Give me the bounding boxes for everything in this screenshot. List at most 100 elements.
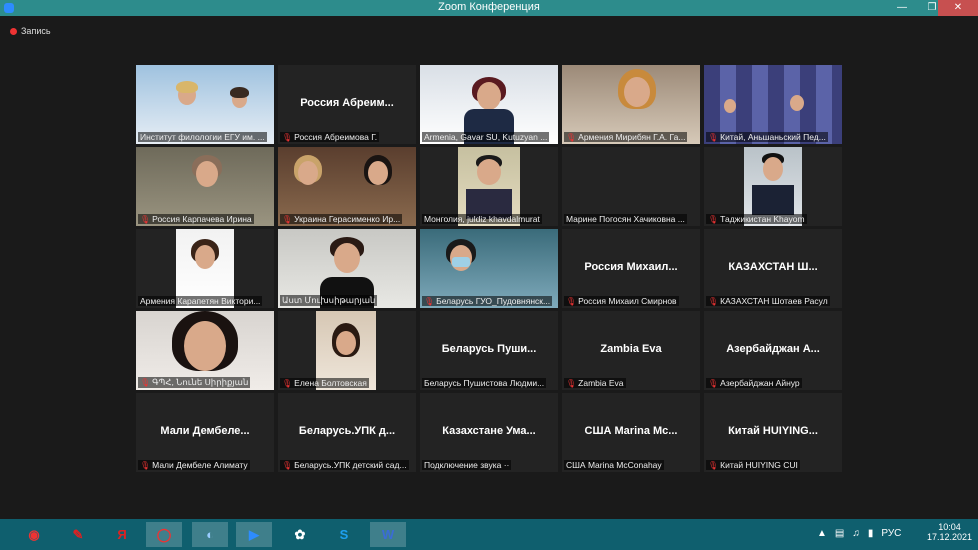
participant-name-large: Мали Дембеле...: [160, 425, 250, 437]
mic-muted-icon: 🎙: [708, 296, 719, 306]
mic-muted-icon: 🎙: [282, 132, 293, 142]
minimize-button[interactable]: —: [890, 0, 914, 16]
participant-tile[interactable]: Китай HUIYING... 🎙 Китай HUIYING CUI: [704, 393, 842, 472]
participant-name: Беларусь Пушистова Людми...: [422, 378, 547, 388]
opera-taskbar-icon[interactable]: ◯: [146, 522, 182, 547]
mic-muted-icon: 🎙: [140, 460, 151, 470]
participant-tile[interactable]: Институт филологии ЕГУ им. ...: [136, 65, 274, 144]
participant-name-large: Zambia Eva: [600, 343, 662, 355]
mic-muted-icon: 🎙: [424, 296, 435, 306]
yandex-taskbar-icon[interactable]: Я: [104, 522, 140, 547]
participant-name: 🎙 КАЗАХСТАН Шотаев Расул: [706, 296, 830, 306]
participant-tile[interactable]: 🎙 Россия Карпачева Ирина: [136, 147, 274, 226]
recording-label: Запись: [21, 26, 51, 36]
participant-tile[interactable]: Беларусь.УПК д... 🎙 Беларусь.УПК детский …: [278, 393, 416, 472]
participant-tile[interactable]: Zambia Eva 🎙 Zambia Eva: [562, 311, 700, 390]
participant-name-large: Россия Михаил...: [584, 261, 678, 273]
zoom-taskbar-icon[interactable]: ▶: [236, 522, 272, 547]
opera-red-taskbar-icon[interactable]: ◉: [16, 522, 52, 547]
participant-name: 🎙 Китай HUIYING CUI: [706, 460, 800, 470]
participant-tile[interactable]: 🎙 Таджикистан Khayom: [704, 147, 842, 226]
close-button[interactable]: ✕: [938, 0, 978, 16]
participant-name-large: КАЗАХСТАН Ш...: [728, 261, 818, 273]
participant-name: 🎙 Россия Михаил Смирнов: [564, 296, 679, 306]
paint-taskbar-icon[interactable]: ✿: [282, 522, 318, 547]
participant-tile[interactable]: КАЗАХСТАН Ш... 🎙 КАЗАХСТАН Шотаев Расул: [704, 229, 842, 308]
participant-tile[interactable]: Марине Погосян Хачиковна ...: [562, 147, 700, 226]
participant-name: Марине Погосян Хачиковна ...: [564, 214, 687, 224]
participant-tile[interactable]: 🎙 Беларусь ГУО_Пудовнянск...: [420, 229, 558, 308]
participant-tile[interactable]: Армения Карапетян Виктори...: [136, 229, 274, 308]
participant-tile[interactable]: Աստ Մուխսիթարյան: [278, 229, 416, 308]
clock[interactable]: 10:04 17.12.2021: [927, 522, 972, 542]
participant-name: 🎙 Украина Герасименко Ир...: [280, 214, 403, 224]
participant-tile[interactable]: Armenia, Gavar SU, Kutuzyan ...: [420, 65, 558, 144]
participant-name: 🎙 Беларусь ГУО_Пудовнянск...: [422, 296, 553, 306]
acrobat-taskbar-icon[interactable]: ✎: [60, 522, 96, 547]
participant-tile[interactable]: 🎙 ԳՊՀ, Նունե Սիրիքյան: [136, 311, 274, 390]
participant-tile[interactable]: Мали Дембеле... 🎙 Мали Дембеле Алимату: [136, 393, 274, 472]
participant-tile[interactable]: 🎙 Елена Болтовская: [278, 311, 416, 390]
participant-tile[interactable]: 🎙 Армения Мирибян Г.А. Га...: [562, 65, 700, 144]
recording-indicator[interactable]: Запись: [10, 26, 51, 36]
participant-tile[interactable]: Россия Абреим... 🎙 Россия Абреимова Г.: [278, 65, 416, 144]
participant-name-large: Азербайджан А...: [726, 343, 820, 355]
participant-tile[interactable]: 🎙 Китай, Аньшаньский Пед...: [704, 65, 842, 144]
signal-icon[interactable]: ▮: [868, 528, 874, 539]
participant-name: 🎙 Армения Мирибян Г.А. Га...: [564, 132, 688, 142]
mic-muted-icon: 🎙: [140, 378, 151, 387]
windows-taskbar: ◉ ✎ Я ◯ ◐ ▶ ✿ S W ▲ ▤ ♫ ▮ РУС 10:04 17.1…: [0, 519, 978, 550]
clock-date: 17.12.2021: [926, 532, 972, 542]
clock-time: 10:04: [938, 522, 961, 532]
participant-name: 🎙 Мали Дембеле Алимату: [138, 460, 250, 470]
mic-muted-icon: 🎙: [708, 378, 719, 388]
participant-tile[interactable]: Азербайджан А... 🎙 Азербайджан Айнур: [704, 311, 842, 390]
participant-name-large: Китай HUIYING...: [728, 425, 818, 437]
participant-name: Институт филологии ЕГУ им. ...: [138, 132, 267, 142]
show-hidden-icons-icon[interactable]: ▲: [817, 528, 827, 539]
participant-name: Աստ Մուխսիթարյան: [280, 295, 378, 306]
participant-name: 🎙 Елена Болтовская: [280, 378, 369, 388]
participant-name-large: США Marina Mc...: [584, 425, 678, 437]
participant-name-large: Беларусь Пуши...: [441, 343, 537, 355]
participant-name-large: Казахстане Ума...: [442, 425, 536, 437]
volume-icon[interactable]: ♫: [852, 528, 860, 539]
mic-muted-icon: 🎙: [566, 132, 577, 142]
mic-muted-icon: 🎙: [708, 214, 719, 224]
participant-name: Монголия, juldiz khavdalmurat: [422, 214, 542, 224]
participant-name: 🎙 Беларусь.УПК детский сад...: [280, 460, 409, 470]
mic-muted-icon: 🎙: [282, 378, 293, 388]
word-taskbar-icon[interactable]: W: [370, 522, 406, 547]
window-titlebar: Zoom Конференция — ❐ ✕: [0, 0, 978, 16]
participant-tile[interactable]: Россия Михаил... 🎙 Россия Михаил Смирнов: [562, 229, 700, 308]
participant-name: 🎙 Таджикистан Khayom: [706, 214, 807, 224]
snipping-tool-taskbar-icon[interactable]: ◐: [192, 522, 228, 547]
participant-name: 🎙 Азербайджан Айнур: [706, 378, 802, 388]
participant-name-large: Россия Абреим...: [300, 97, 394, 109]
system-tray: ▲ ▤ ♫ ▮ РУС: [817, 528, 901, 539]
network-icon[interactable]: ▤: [835, 528, 844, 539]
mic-muted-icon: 🎙: [708, 460, 719, 470]
participant-name: 🎙 ԳՊՀ, Նունե Սիրիքյան: [138, 377, 251, 388]
gallery-grid: Институт филологии ЕГУ им. ... Россия Аб…: [136, 65, 842, 473]
participant-tile[interactable]: США Marina Mc... США Marina McConahay: [562, 393, 700, 472]
participant-name: 🎙 Россия Абреимова Г.: [280, 132, 380, 142]
participant-name: США Marina McConahay: [564, 460, 664, 470]
skype-taskbar-icon[interactable]: S: [326, 522, 362, 547]
record-icon: [10, 27, 17, 35]
participant-name: 🎙 Россия Карпачева Ирина: [138, 214, 254, 224]
window-title: Zoom Конференция: [438, 1, 540, 13]
participant-tile[interactable]: 🎙 Украина Герасименко Ир...: [278, 147, 416, 226]
participant-name-large: Беларусь.УПК д...: [298, 425, 396, 437]
language-indicator[interactable]: РУС: [881, 528, 901, 539]
participant-name: Armenia, Gavar SU, Kutuzyan ...: [422, 132, 550, 142]
mic-muted-icon: 🎙: [140, 214, 151, 224]
mic-muted-icon: 🎙: [708, 132, 719, 142]
participant-name: Подключение звука ··: [422, 460, 512, 470]
participant-tile[interactable]: Казахстане Ума... Подключение звука ··: [420, 393, 558, 472]
participant-tile[interactable]: Беларусь Пуши... Беларусь Пушистова Людм…: [420, 311, 558, 390]
mic-muted-icon: 🎙: [282, 460, 293, 470]
participant-name: Армения Карапетян Виктори...: [138, 296, 263, 306]
participant-tile[interactable]: Монголия, juldiz khavdalmurat: [420, 147, 558, 226]
participant-name: 🎙 Zambia Eva: [564, 378, 626, 388]
